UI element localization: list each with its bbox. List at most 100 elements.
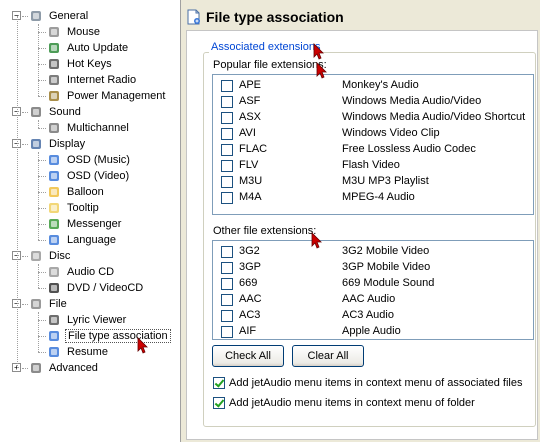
extension-description: Windows Media Audio/Video [342,95,482,107]
pointer-cursor-icon [313,43,324,60]
context-menu-associated-checkbox[interactable] [213,377,225,389]
check-all-button[interactable]: Check All [212,345,284,367]
advanced-icon [28,360,44,376]
tree-item-multichannel[interactable]: Multichannel [46,120,131,136]
extension-row[interactable]: 669 669 Module Sound [213,276,533,292]
tree-item-sound[interactable]: Sound [28,104,83,120]
file-association-icon [46,328,62,344]
extension-code: M3U [239,175,263,187]
extension-code: M4A [239,191,262,203]
extension-checkbox[interactable] [221,294,233,306]
tree-item-label: Power Management [67,90,166,102]
tree-connector [38,288,46,289]
context-menu-associated-option[interactable]: Add jetAudio menu items in context menu … [213,377,523,389]
tree-item-label: Language [67,234,116,246]
cd-icon [46,264,62,280]
tree-item-language[interactable]: Language [46,232,118,248]
tree-item-label: Multichannel [67,122,129,134]
tree-item-tooltip[interactable]: Tooltip [46,200,101,216]
tree-connector [38,336,46,337]
extension-row[interactable]: ASF Windows Media Audio/Video [213,94,533,110]
tree-item-balloon[interactable]: Balloon [46,184,106,200]
tree-item-auto-update[interactable]: Auto Update [46,40,130,56]
extension-checkbox[interactable] [221,310,233,322]
tree-connector [38,240,46,241]
context-menu-folder-checkbox[interactable] [213,397,225,409]
tree-item-label: Mouse [67,26,101,38]
extension-row[interactable]: FLAC Free Lossless Audio Codec [213,142,533,158]
extension-code: ASX [239,111,262,123]
settings-tree[interactable]: − General Mouse Auto Update Hot Keys Internet… [0,0,181,442]
extension-code: FLV [239,159,259,171]
context-menu-associated-label: Add jetAudio menu items in context menu … [229,377,523,389]
extension-checkbox[interactable] [221,192,233,204]
tree-connector [38,160,46,161]
extension-description: MPEG-4 Audio [342,191,415,203]
extension-row[interactable]: 3GP 3GP Mobile Video [213,260,533,276]
osd-icon [46,168,62,184]
tree-item-dvd-videocd[interactable]: DVD / VideoCD [46,280,145,296]
extension-row[interactable]: AC3 AC3 Audio [213,308,533,324]
tree-connector [38,152,39,240]
tree-item-general[interactable]: General [28,8,90,24]
extension-description: 669 Module Sound [342,277,435,289]
monitor-icon [28,136,44,152]
extension-row[interactable]: AIF Apple Audio [213,324,533,339]
tree-item-advanced[interactable]: Advanced [28,360,100,376]
extension-checkbox[interactable] [221,278,233,290]
extension-description: 3G2 Mobile Video [342,245,430,257]
tree-item-file[interactable]: File [28,296,69,312]
tree-connector [38,32,46,33]
tree-item-osd-video[interactable]: OSD (Video) [46,168,131,184]
tree-connector [38,264,39,288]
context-menu-folder-option[interactable]: Add jetAudio menu items in context menu … [213,397,475,409]
extension-row[interactable]: AVI Windows Video Clip [213,126,533,142]
extension-description: AC3 Audio [342,309,394,321]
tree-item-label: Messenger [67,218,122,230]
tree-connector [38,176,46,177]
extension-checkbox[interactable] [221,246,233,258]
extension-checkbox[interactable] [221,176,233,188]
tree-item-power-management[interactable]: Power Management [46,88,167,104]
tree-item-resume[interactable]: Resume [46,344,110,360]
clear-all-button[interactable]: Clear All [292,345,364,367]
extension-code: 669 [239,277,258,289]
tree-item-mouse[interactable]: Mouse [46,24,102,40]
tree-item-messenger[interactable]: Messenger [46,216,123,232]
tree-item-display[interactable]: Display [28,136,87,152]
tree-item-internet-radio[interactable]: Internet Radio [46,72,138,88]
extension-checkbox[interactable] [221,326,233,338]
extension-row[interactable]: FLV Flash Video [213,158,533,174]
popular-extensions-list[interactable]: APE Monkey's Audio ASF Windows Media Audio/… [212,74,534,215]
tree-connector [38,96,46,97]
tree-item-osd-music[interactable]: OSD (Music) [46,152,132,168]
tree-item-label: Audio CD [67,266,115,278]
file-icon [28,296,44,312]
tree-item-disc[interactable]: Disc [28,248,72,264]
tree-item-audio-cd[interactable]: Audio CD [46,264,116,280]
tree-item-file-type-association[interactable]: File type association [46,328,171,344]
pointer-cursor-icon [311,232,322,249]
other-extensions-list[interactable]: 3G2 3G2 Mobile Video 3GP 3GP Mobile Video 66… [212,240,534,340]
extension-checkbox[interactable] [221,160,233,172]
tree-item-lyric-viewer[interactable]: Lyric Viewer [46,312,128,328]
extension-checkbox[interactable] [221,144,233,156]
dvd-icon [46,280,62,296]
extension-checkbox[interactable] [221,80,233,92]
extension-row[interactable]: M4A MPEG-4 Audio [213,190,533,206]
tree-item-hot-keys[interactable]: Hot Keys [46,56,114,72]
tree-connector [38,224,46,225]
tree-connector [38,320,46,321]
extension-checkbox[interactable] [221,96,233,108]
extension-checkbox[interactable] [221,112,233,124]
extension-row[interactable]: APE Monkey's Audio [213,78,533,94]
extension-row[interactable]: M3U M3U MP3 Playlist [213,174,533,190]
extension-row[interactable]: AAC AAC Audio [213,292,533,308]
extension-description: Windows Media Audio/Video Shortcut [342,111,526,123]
extension-checkbox[interactable] [221,262,233,274]
tree-connector [17,16,18,368]
extension-row[interactable]: 3G2 3G2 Mobile Video [213,244,533,260]
tree-item-label: OSD (Music) [67,154,130,166]
extension-checkbox[interactable] [221,128,233,140]
extension-row[interactable]: ASX Windows Media Audio/Video Shortcut [213,110,533,126]
